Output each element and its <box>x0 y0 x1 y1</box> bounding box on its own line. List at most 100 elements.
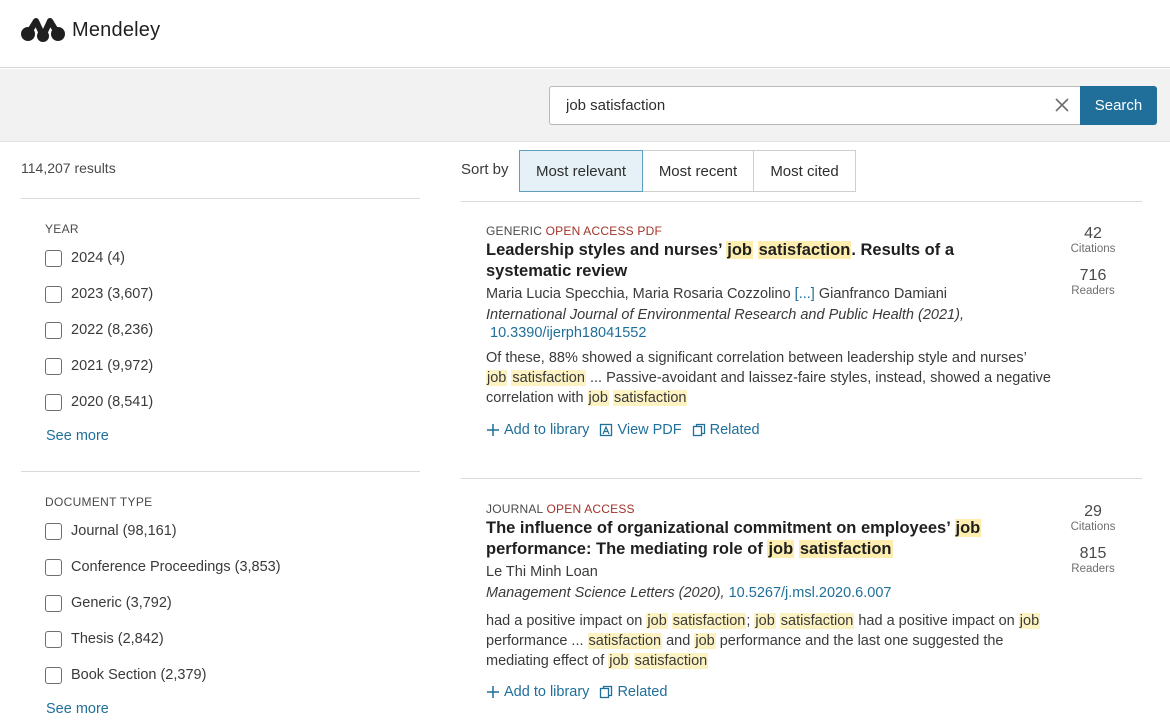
readers-label: Readers <box>1071 285 1115 297</box>
plus-icon <box>487 424 499 436</box>
title-text: The influence of organizational commitme… <box>486 519 955 537</box>
facet-label: Thesis (2,842) <box>71 631 164 647</box>
result-card: GENERIC OPEN ACCESS PDF Leadership style… <box>486 224 1146 438</box>
checkbox[interactable] <box>45 630 62 648</box>
facet-label: Book Section (2,379) <box>71 667 207 683</box>
result-snippet: had a positive impact on job satisfactio… <box>486 611 1051 671</box>
mendeley-logo-icon <box>21 18 65 42</box>
title-text <box>753 241 758 259</box>
search-box <box>549 86 1080 125</box>
facet-item-year[interactable]: 2023 (3,607) <box>45 284 153 304</box>
top-bar: Mendeley <box>0 0 1170 68</box>
checkbox[interactable] <box>45 558 62 576</box>
document-type: JOURNAL <box>486 502 543 516</box>
result-card: JOURNAL OPEN ACCESS The influence of org… <box>486 502 1146 700</box>
sort-most-cited-button[interactable]: Most cited <box>753 150 856 192</box>
result-meta: GENERIC OPEN ACCESS PDF <box>486 224 1146 238</box>
action-label: Add to library <box>504 684 590 700</box>
facet-item-year[interactable]: 2020 (8,541) <box>45 392 153 412</box>
title-text: performance: The mediating role of <box>486 539 768 558</box>
highlight: job <box>587 390 609 406</box>
add-to-library-button[interactable]: Add to library <box>486 684 589 700</box>
search-input[interactable] <box>550 87 1030 124</box>
result-stats: 42 Citations 716 Readers <box>1060 225 1126 309</box>
result-title[interactable]: The influence of organizational commitme… <box>486 518 1016 559</box>
citations-count: 29 <box>1084 503 1102 520</box>
checkbox[interactable] <box>45 285 62 303</box>
highlight: job <box>767 539 795 558</box>
see-more-year-link[interactable]: See more <box>46 428 109 444</box>
facet-item-doctype[interactable]: Conference Proceedings (3,853) <box>45 557 281 577</box>
action-label: View PDF <box>617 422 682 438</box>
facet-item-year[interactable]: 2024 (4) <box>45 248 125 268</box>
checkbox[interactable] <box>45 594 62 612</box>
journal-name: International Journal of Environmental R… <box>486 307 964 323</box>
highlight: satisfaction <box>587 633 663 649</box>
highlight: job <box>646 613 668 629</box>
facet-label: Generic (3,792) <box>71 595 172 611</box>
highlight: job <box>754 613 776 629</box>
doi-link[interactable]: 10.3390/ijerph18041552 <box>490 325 646 341</box>
plus-icon <box>487 686 499 698</box>
related-button[interactable]: Related <box>692 422 760 438</box>
highlight: job <box>608 653 630 669</box>
highlight: satisfaction <box>633 653 709 669</box>
app-name: Mendeley <box>72 18 161 41</box>
citations-count: 42 <box>1084 225 1102 242</box>
results-count: 114,207 results <box>21 160 116 176</box>
related-button[interactable]: Related <box>599 684 667 700</box>
action-label: Related <box>617 684 668 700</box>
related-icon <box>600 685 613 699</box>
search-button[interactable]: Search <box>1080 86 1157 125</box>
facet-item-year[interactable]: 2021 (9,972) <box>45 356 153 376</box>
facet-title-year: YEAR <box>45 222 79 236</box>
citations-label: Citations <box>1070 521 1116 533</box>
checkbox[interactable] <box>45 321 62 339</box>
checkbox[interactable] <box>45 522 62 540</box>
document-type: GENERIC <box>486 224 543 238</box>
result-snippet: Of these, 88% showed a significant corre… <box>486 348 1051 408</box>
close-icon[interactable] <box>1054 97 1070 113</box>
citations-label: Citations <box>1070 243 1116 255</box>
facet-item-year[interactable]: 2022 (8,236) <box>45 320 153 340</box>
checkbox[interactable] <box>45 666 62 684</box>
doi-link[interactable]: 10.5267/j.msl.2020.6.007 <box>729 585 892 601</box>
facet-item-doctype[interactable]: Book Section (2,379) <box>45 665 206 685</box>
see-more-doctype-link[interactable]: See more <box>46 701 109 717</box>
add-to-library-button[interactable]: Add to library <box>486 422 589 438</box>
facet-item-doctype[interactable]: Journal (98,161) <box>45 521 177 541</box>
facet-item-doctype[interactable]: Thesis (2,842) <box>45 629 164 649</box>
sort-label: Sort by <box>461 161 509 178</box>
highlight: satisfaction <box>671 613 747 629</box>
open-access-badge: OPEN ACCESS <box>545 224 634 238</box>
result-meta: JOURNAL OPEN ACCESS <box>486 502 1146 516</box>
facet-label: 2022 (8,236) <box>71 322 154 338</box>
authors-text: Maria Lucia Specchia, Maria Rosaria Cozz… <box>486 286 791 302</box>
divider <box>21 471 420 472</box>
result-stats: 29 Citations 815 Readers <box>1060 503 1126 587</box>
authors-expand-link[interactable]: [...] <box>795 286 815 302</box>
title-text: Leadership styles and nurses’ <box>486 241 727 259</box>
checkbox[interactable] <box>45 357 62 375</box>
action-label: Related <box>709 422 760 438</box>
readers-count: 716 <box>1079 267 1107 284</box>
facet-label: Journal (98,161) <box>71 523 177 539</box>
view-pdf-button[interactable]: View PDF <box>599 422 682 438</box>
result-actions: Add to library Related <box>486 684 1146 700</box>
checkbox[interactable] <box>45 249 62 267</box>
result-authors: Le Thi Minh Loan <box>486 564 1146 580</box>
result-title[interactable]: Leadership styles and nurses’ job satisf… <box>486 240 1016 281</box>
result-authors: Maria Lucia Specchia, Maria Rosaria Cozz… <box>486 286 1146 302</box>
highlight: job <box>486 370 508 386</box>
divider <box>461 478 1142 479</box>
highlight: satisfaction <box>779 613 855 629</box>
highlight: job <box>726 241 754 259</box>
mendeley-logo[interactable]: Mendeley <box>20 15 160 45</box>
facet-title-document-type: DOCUMENT TYPE <box>45 495 153 509</box>
checkbox[interactable] <box>45 393 62 411</box>
sort-most-recent-button[interactable]: Most recent <box>643 150 754 192</box>
search-band: Search <box>0 69 1170 142</box>
sort-most-relevant-button[interactable]: Most relevant <box>519 150 643 192</box>
facet-item-doctype[interactable]: Generic (3,792) <box>45 593 172 613</box>
readers-count: 815 <box>1079 545 1107 562</box>
